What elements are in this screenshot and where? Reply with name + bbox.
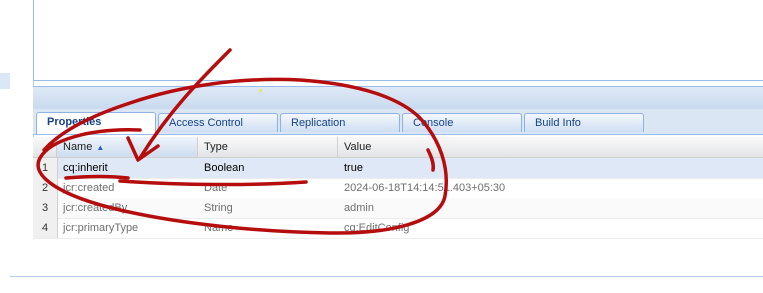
cell-value: cq:EditConfig — [344, 222, 410, 234]
cell-value: 2024-06-18T14:14:51.403+05:30 — [344, 182, 506, 194]
table-row[interactable]: 1 cq:inherit Boolean true — [33, 158, 763, 179]
table-row[interactable]: 3 jcr:createdBy String admin — [33, 198, 763, 219]
content-panel — [33, 0, 763, 81]
column-header-name-label: Name — [63, 141, 93, 153]
left-gutter — [0, 0, 34, 277]
row-number: 1 — [33, 158, 58, 178]
column-header-name[interactable]: Name ▲ — [57, 137, 198, 157]
cell-type: Date — [204, 182, 228, 194]
row-number: 2 — [33, 178, 58, 198]
cell-name: jcr:created — [63, 182, 115, 194]
cell-type: Boolean — [204, 162, 245, 174]
cell-value: admin — [344, 202, 374, 214]
row-number: 4 — [33, 218, 58, 238]
panel-splitter[interactable] — [33, 86, 763, 110]
cell-name: jcr:createdBy — [63, 202, 128, 214]
tab-replication[interactable]: Replication — [280, 113, 400, 132]
cell-type: Name — [204, 222, 234, 234]
column-header-value[interactable]: Value — [338, 137, 763, 157]
table-row[interactable]: 2 jcr:created Date 2024-06-18T14:14:51.4… — [33, 178, 763, 199]
tab-console[interactable]: Console — [402, 113, 522, 132]
splitter-grip — [259, 89, 262, 92]
tab-strip: Properties Access Control Replication Co… — [33, 109, 763, 135]
rownum-header — [33, 137, 57, 157]
tab-build-info[interactable]: Build Info — [524, 113, 644, 132]
properties-grid: Name ▲ Type Value 1 cq:inherit Boolean tr… — [33, 137, 763, 276]
tab-access-control[interactable]: Access Control — [158, 113, 278, 132]
sort-ascending-icon: ▲ — [96, 143, 105, 152]
column-header-type[interactable]: Type — [198, 137, 338, 157]
tab-properties[interactable]: Properties — [36, 112, 156, 134]
cell-type: String — [204, 202, 233, 214]
cell-name: jcr:primaryType — [63, 222, 139, 234]
grid-header: Name ▲ Type Value — [33, 137, 763, 158]
row-number: 3 — [33, 198, 58, 218]
cell-name: cq:inherit — [63, 162, 108, 174]
gutter-marker — [0, 73, 10, 89]
table-row[interactable]: 4 jcr:primaryType Name cq:EditConfig — [33, 218, 763, 239]
outer-border-bottom — [10, 276, 763, 277]
cell-value: true — [344, 162, 363, 174]
